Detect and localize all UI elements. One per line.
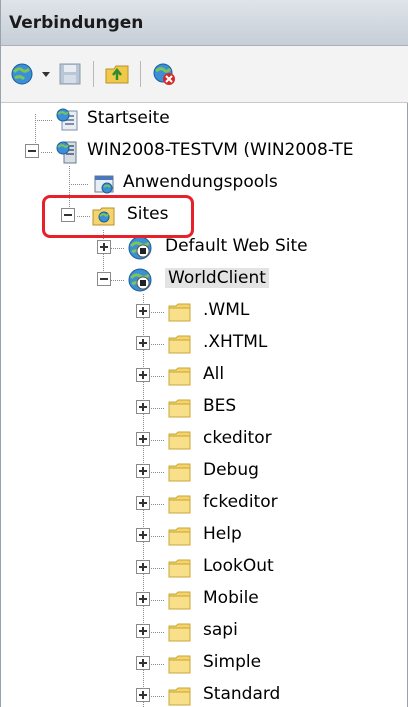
tree-node-label: LookOut <box>203 556 274 576</box>
tree-node-folder[interactable]: Mobile <box>1 584 408 616</box>
tree-node-folder[interactable]: Help <box>1 520 408 552</box>
tree-node-label: Default Web Site <box>165 236 308 256</box>
expand-icon[interactable] <box>136 464 150 478</box>
tree-line <box>151 664 165 665</box>
tree-node-label: Anwendungspools <box>123 172 278 192</box>
tree-node-folder[interactable]: BES <box>1 392 408 424</box>
tree-node-folder[interactable]: sapi <box>1 616 408 648</box>
panel-title: Verbindungen <box>9 12 144 33</box>
tree-line <box>151 568 165 569</box>
tree-node-folder[interactable]: Debug <box>1 456 408 488</box>
collapse-icon[interactable] <box>97 272 111 286</box>
server-icon <box>55 139 81 165</box>
expand-icon[interactable] <box>136 432 150 446</box>
tree-node-label: fckeditor <box>203 492 278 512</box>
expand-icon[interactable] <box>136 304 150 318</box>
connect-globe-icon[interactable] <box>7 59 37 89</box>
expand-icon[interactable] <box>136 400 150 414</box>
tree-node-label: BES <box>203 396 237 416</box>
web-site-globe-icon <box>127 267 153 293</box>
folder-icon <box>167 427 193 453</box>
start-page-icon <box>55 107 81 133</box>
tree-line <box>151 376 165 377</box>
folder-icon <box>167 683 193 707</box>
tree-node-folder[interactable]: LookOut <box>1 552 408 584</box>
folder-icon <box>167 363 193 389</box>
tree-node-server[interactable]: WIN2008-TESTVM (WIN2008-TE <box>1 136 408 168</box>
tree-node-folder[interactable]: fckeditor <box>1 488 408 520</box>
expand-icon[interactable] <box>136 624 150 638</box>
tree-node-label: Startseite <box>87 108 170 128</box>
dropdown-arrow-icon[interactable] <box>39 59 53 89</box>
expand-icon[interactable] <box>136 688 150 702</box>
tree-node-label: Simple <box>203 652 262 672</box>
folder-icon <box>167 395 193 421</box>
expand-icon[interactable] <box>136 560 150 574</box>
folder-icon <box>167 651 193 677</box>
tree-line <box>151 600 165 601</box>
tree-node-label: WorldClient <box>165 268 269 288</box>
tree-node-folder[interactable]: All <box>1 360 408 392</box>
tree-node-startseite[interactable]: Startseite <box>1 104 408 136</box>
save-icon[interactable] <box>55 59 85 89</box>
toolbar <box>1 46 408 103</box>
toolbar-separator <box>93 61 94 87</box>
expand-icon[interactable] <box>136 592 150 606</box>
folder-icon <box>167 587 193 613</box>
expand-icon[interactable] <box>136 368 150 382</box>
tree-line <box>151 536 165 537</box>
connections-panel: Verbindungen Startseite WIN2008-TESTVM (… <box>0 0 408 707</box>
expand-icon[interactable] <box>136 656 150 670</box>
panel-header: Verbindungen <box>1 0 408 46</box>
tree-node-label: Standard <box>203 684 281 704</box>
tree-line <box>151 472 165 473</box>
folder-icon <box>167 523 193 549</box>
tree-node-label: ckeditor <box>203 428 272 448</box>
tree-line <box>151 632 165 633</box>
tree-node-worldclient[interactable]: WorldClient <box>1 264 408 296</box>
folder-icon <box>167 619 193 645</box>
tree-line <box>151 696 165 697</box>
tree-node-folder[interactable]: .WML <box>1 296 408 328</box>
expand-icon[interactable] <box>136 496 150 510</box>
collapse-icon[interactable] <box>25 144 39 158</box>
folder-icon <box>167 555 193 581</box>
expand-icon[interactable] <box>136 528 150 542</box>
app-pools-icon <box>91 171 117 197</box>
delete-connection-icon[interactable] <box>149 59 179 89</box>
tree-line <box>151 312 165 313</box>
folder-icon <box>167 491 193 517</box>
tree-line <box>151 504 165 505</box>
tree-node-label: Debug <box>203 460 259 480</box>
tree-node-label: .WML <box>203 300 250 320</box>
tree-line <box>151 344 165 345</box>
tree-node-label: sapi <box>203 620 238 640</box>
toolbar-separator <box>140 61 141 87</box>
tree-line <box>151 408 165 409</box>
tree-node-folder[interactable]: Simple <box>1 648 408 680</box>
highlight-annotation <box>42 195 194 238</box>
tree-node-label: All <box>203 364 225 384</box>
expand-icon[interactable] <box>97 240 111 254</box>
tree-node-label: Help <box>203 524 242 544</box>
tree-node-folder[interactable]: ckeditor <box>1 424 408 456</box>
folder-icon <box>167 331 193 357</box>
tree-node-label: WIN2008-TESTVM (WIN2008-TE <box>87 140 354 160</box>
tree-node-label: Mobile <box>203 588 259 608</box>
folder-icon <box>167 459 193 485</box>
expand-icon[interactable] <box>136 336 150 350</box>
tree-line <box>151 440 165 441</box>
tree-node-folder[interactable]: Standard <box>1 680 408 707</box>
web-site-globe-icon <box>127 235 153 261</box>
up-folder-icon[interactable] <box>102 59 132 89</box>
tree-node-folder[interactable]: .XHTML <box>1 328 408 360</box>
tree-node-label: .XHTML <box>203 332 268 352</box>
folder-icon <box>167 299 193 325</box>
